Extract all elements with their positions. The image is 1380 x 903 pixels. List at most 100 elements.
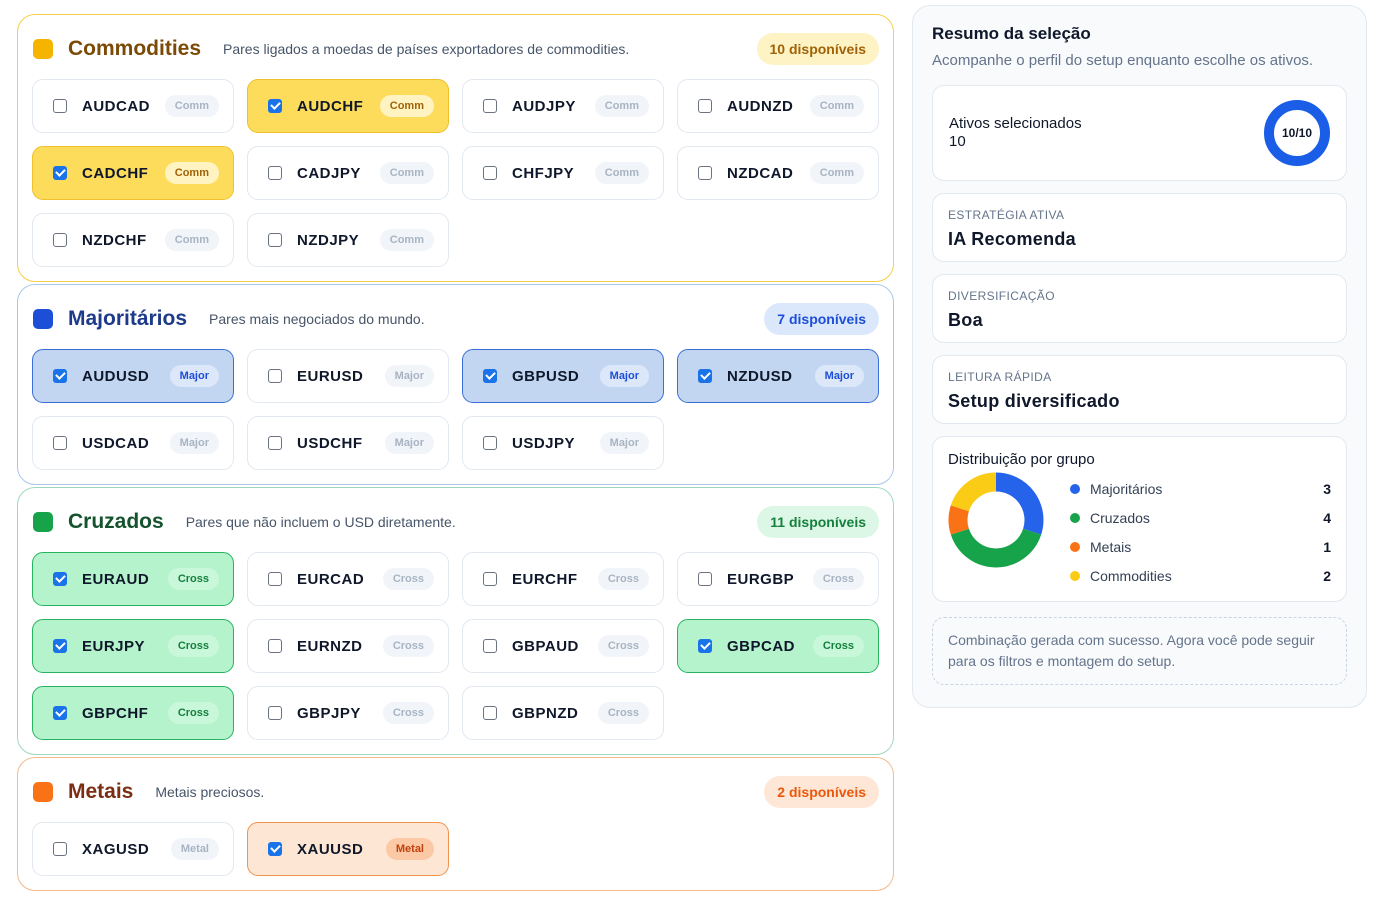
group-header: Majoritários Pares mais negociados do mun… bbox=[32, 301, 879, 337]
pair-tag: Major bbox=[169, 432, 219, 454]
group-header: Commodities Pares ligados a moedas de paí… bbox=[32, 31, 879, 67]
pair-checkbox[interactable] bbox=[698, 99, 712, 113]
pair-tag: Comm bbox=[164, 229, 219, 251]
donut-slice-metais bbox=[948, 505, 970, 535]
group-cross: Cruzados Pares que não incluem o USD dire… bbox=[17, 487, 894, 755]
pair-checkbox[interactable] bbox=[53, 842, 67, 856]
strategy-card: ESTRATÉGIA ATIVA IA Recomenda bbox=[932, 193, 1347, 262]
pair-checkbox[interactable] bbox=[698, 572, 712, 586]
pair-checkbox[interactable] bbox=[268, 572, 282, 586]
pair-card-gbpnzd[interactable]: GBPNZD Cross bbox=[462, 686, 664, 740]
pair-tag: Cross bbox=[597, 568, 649, 590]
pair-card-xauusd[interactable]: XAUUSD Metal bbox=[247, 822, 449, 876]
pair-checkbox[interactable] bbox=[483, 166, 497, 180]
pair-symbol: XAGUSD bbox=[82, 840, 150, 858]
group-available-count: 10 disponíveis bbox=[756, 33, 879, 65]
pair-checkbox[interactable] bbox=[268, 99, 282, 113]
pair-checkbox[interactable] bbox=[268, 842, 282, 856]
group-color-square bbox=[33, 309, 53, 329]
legend-dot bbox=[1070, 541, 1080, 552]
pair-checkbox[interactable] bbox=[53, 166, 67, 180]
pair-card-nzdjpy[interactable]: NZDJPY Comm bbox=[247, 213, 449, 267]
pair-card-audusd[interactable]: AUDUSD Major bbox=[32, 349, 234, 403]
pair-card-usdjpy[interactable]: USDJPY Major bbox=[462, 416, 664, 470]
pair-checkbox[interactable] bbox=[483, 706, 497, 720]
pair-tag: Comm bbox=[164, 95, 219, 117]
pair-tag: Metal bbox=[170, 838, 219, 860]
pair-checkbox[interactable] bbox=[483, 436, 497, 450]
pair-checkbox[interactable] bbox=[268, 639, 282, 653]
pair-card-eurjpy[interactable]: EURJPY Cross bbox=[32, 619, 234, 673]
pair-symbol: NZDUSD bbox=[727, 367, 793, 385]
pair-card-audcad[interactable]: AUDCAD Comm bbox=[32, 79, 234, 133]
pair-card-audnzd[interactable]: AUDNZD Comm bbox=[677, 79, 879, 133]
pair-card-gbpcad[interactable]: GBPCAD Cross bbox=[677, 619, 879, 673]
pair-card-cadjpy[interactable]: CADJPY Comm bbox=[247, 146, 449, 200]
pair-checkbox[interactable] bbox=[483, 99, 497, 113]
pair-grid: XAGUSD Metal XAUUSD Metal bbox=[32, 822, 879, 876]
legend-count: 1 bbox=[1323, 538, 1331, 555]
pair-card-usdcad[interactable]: USDCAD Major bbox=[32, 416, 234, 470]
pair-card-chfjpy[interactable]: CHFJPY Comm bbox=[462, 146, 664, 200]
pair-card-audjpy[interactable]: AUDJPY Comm bbox=[462, 79, 664, 133]
legend-label: Cruzados bbox=[1090, 509, 1150, 526]
pair-card-gbpjpy[interactable]: GBPJPY Cross bbox=[247, 686, 449, 740]
legend-dot bbox=[1070, 483, 1080, 494]
pair-tag: Major bbox=[814, 365, 864, 387]
pair-card-audchf[interactable]: AUDCHF Comm bbox=[247, 79, 449, 133]
pair-tag: Major bbox=[384, 432, 434, 454]
pair-checkbox[interactable] bbox=[268, 166, 282, 180]
pair-card-nzdchf[interactable]: NZDCHF Comm bbox=[32, 213, 234, 267]
legend-count: 3 bbox=[1323, 480, 1331, 497]
pair-checkbox[interactable] bbox=[698, 639, 712, 653]
pair-symbol: CADJPY bbox=[297, 164, 361, 182]
pair-card-nzdcad[interactable]: NZDCAD Comm bbox=[677, 146, 879, 200]
pair-symbol: AUDCAD bbox=[82, 97, 150, 115]
pair-card-gbpaud[interactable]: GBPAUD Cross bbox=[462, 619, 664, 673]
summary-title: Resumo da seleção bbox=[932, 24, 1091, 43]
pair-card-eurchf[interactable]: EURCHF Cross bbox=[462, 552, 664, 606]
pair-tag: Metal bbox=[385, 838, 434, 860]
pair-checkbox[interactable] bbox=[483, 572, 497, 586]
pair-tag: Major bbox=[169, 365, 219, 387]
group-color-square bbox=[33, 512, 53, 532]
group-major: Majoritários Pares mais negociados do mun… bbox=[17, 284, 894, 485]
pair-card-euraud[interactable]: EURAUD Cross bbox=[32, 552, 234, 606]
legend-label: Metais bbox=[1090, 538, 1132, 555]
pair-card-eurcad[interactable]: EURCAD Cross bbox=[247, 552, 449, 606]
pair-checkbox[interactable] bbox=[268, 369, 282, 383]
pair-checkbox[interactable] bbox=[268, 436, 282, 450]
pair-checkbox[interactable] bbox=[53, 369, 67, 383]
pair-checkbox[interactable] bbox=[268, 706, 282, 720]
pair-symbol: EURCHF bbox=[512, 570, 578, 588]
pair-checkbox[interactable] bbox=[698, 166, 712, 180]
pair-checkbox[interactable] bbox=[53, 572, 67, 586]
pair-checkbox[interactable] bbox=[268, 233, 282, 247]
pair-symbol: NZDCHF bbox=[82, 231, 147, 249]
pair-card-gbpchf[interactable]: GBPCHF Cross bbox=[32, 686, 234, 740]
donut-slice-commodities bbox=[950, 472, 997, 512]
pair-tag: Major bbox=[599, 365, 649, 387]
pair-card-cadchf[interactable]: CADCHF Comm bbox=[32, 146, 234, 200]
pair-card-xagusd[interactable]: XAGUSD Metal bbox=[32, 822, 234, 876]
pair-card-gbpusd[interactable]: GBPUSD Major bbox=[462, 349, 664, 403]
pair-card-eurgbp[interactable]: EURGBP Cross bbox=[677, 552, 879, 606]
pair-tag: Comm bbox=[594, 95, 649, 117]
pair-checkbox[interactable] bbox=[483, 639, 497, 653]
pair-tag: Comm bbox=[379, 229, 434, 251]
pair-card-eurnzd[interactable]: EURNZD Cross bbox=[247, 619, 449, 673]
pair-symbol: USDCAD bbox=[82, 434, 150, 452]
pair-symbol: GBPAUD bbox=[512, 637, 579, 655]
pair-card-usdchf[interactable]: USDCHF Major bbox=[247, 416, 449, 470]
pair-checkbox[interactable] bbox=[53, 436, 67, 450]
pair-checkbox[interactable] bbox=[53, 639, 67, 653]
pair-checkbox[interactable] bbox=[53, 706, 67, 720]
pair-checkbox[interactable] bbox=[698, 369, 712, 383]
pair-symbol: GBPCAD bbox=[727, 637, 796, 655]
pair-card-nzdusd[interactable]: NZDUSD Major bbox=[677, 349, 879, 403]
pair-card-eurusd[interactable]: EURUSD Major bbox=[247, 349, 449, 403]
pair-checkbox[interactable] bbox=[53, 233, 67, 247]
pair-checkbox[interactable] bbox=[483, 369, 497, 383]
selected-ratio-text: 10/10 bbox=[1281, 126, 1313, 140]
pair-checkbox[interactable] bbox=[53, 99, 67, 113]
